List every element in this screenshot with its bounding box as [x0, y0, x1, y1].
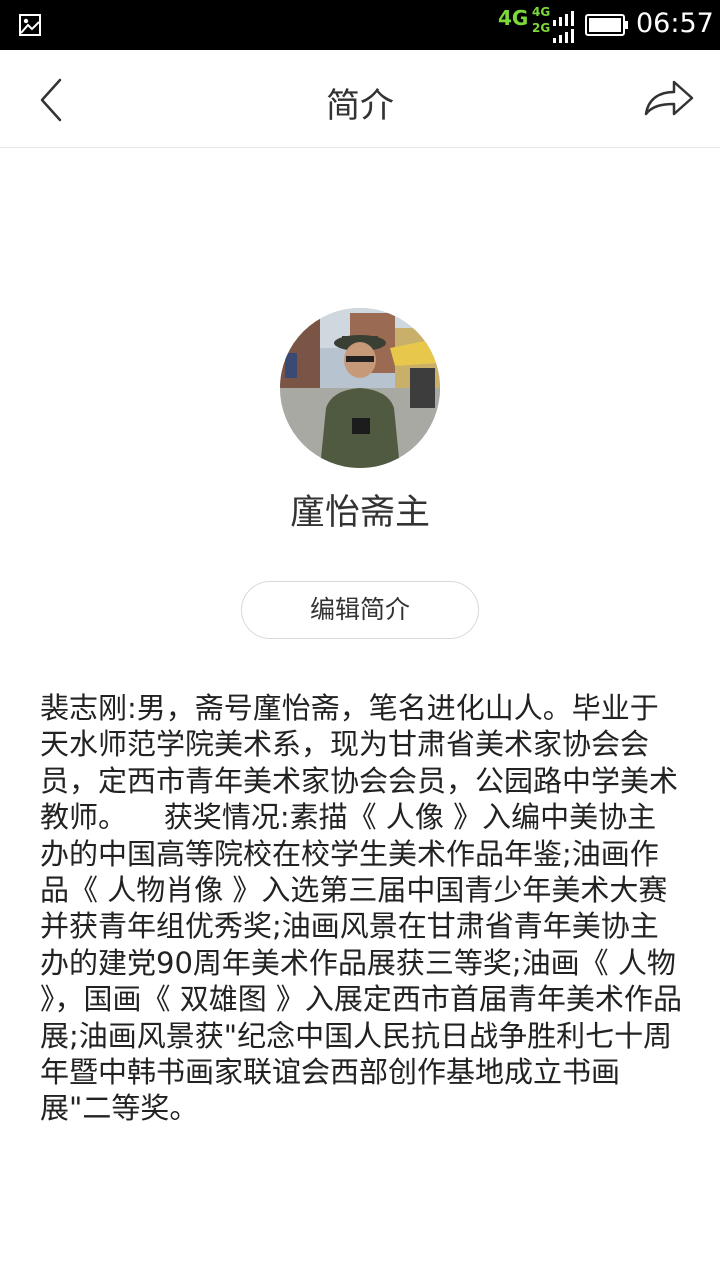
battery-icon [585, 14, 628, 36]
network-secondary-bottom: 2G [532, 21, 551, 35]
bio-text: 裴志刚:男，斋号廑怡斋，笔名进化山人。毕业于天水师范学院美术系，现为甘肃省美术家… [40, 691, 686, 1126]
avatar[interactable] [280, 308, 440, 468]
edit-bio-button[interactable]: 编辑简介 [241, 581, 479, 639]
avatar-photo [280, 308, 440, 468]
image-notification-icon [19, 14, 41, 36]
title-bar: 简介 [0, 50, 720, 148]
network-secondary-top: 4G [532, 5, 551, 19]
share-arrow-icon[interactable] [640, 74, 696, 122]
page-title: 简介 [326, 86, 394, 126]
signal-icon [553, 11, 574, 43]
dual-network-indicator: 4G 2G [532, 4, 550, 36]
network-type-label: 4G [498, 6, 529, 30]
profile-name: 廑怡斋主 [289, 493, 430, 533]
clock: 06:57 [636, 8, 714, 39]
status-bar: 4G 4G 2G 06:57 [0, 0, 720, 50]
